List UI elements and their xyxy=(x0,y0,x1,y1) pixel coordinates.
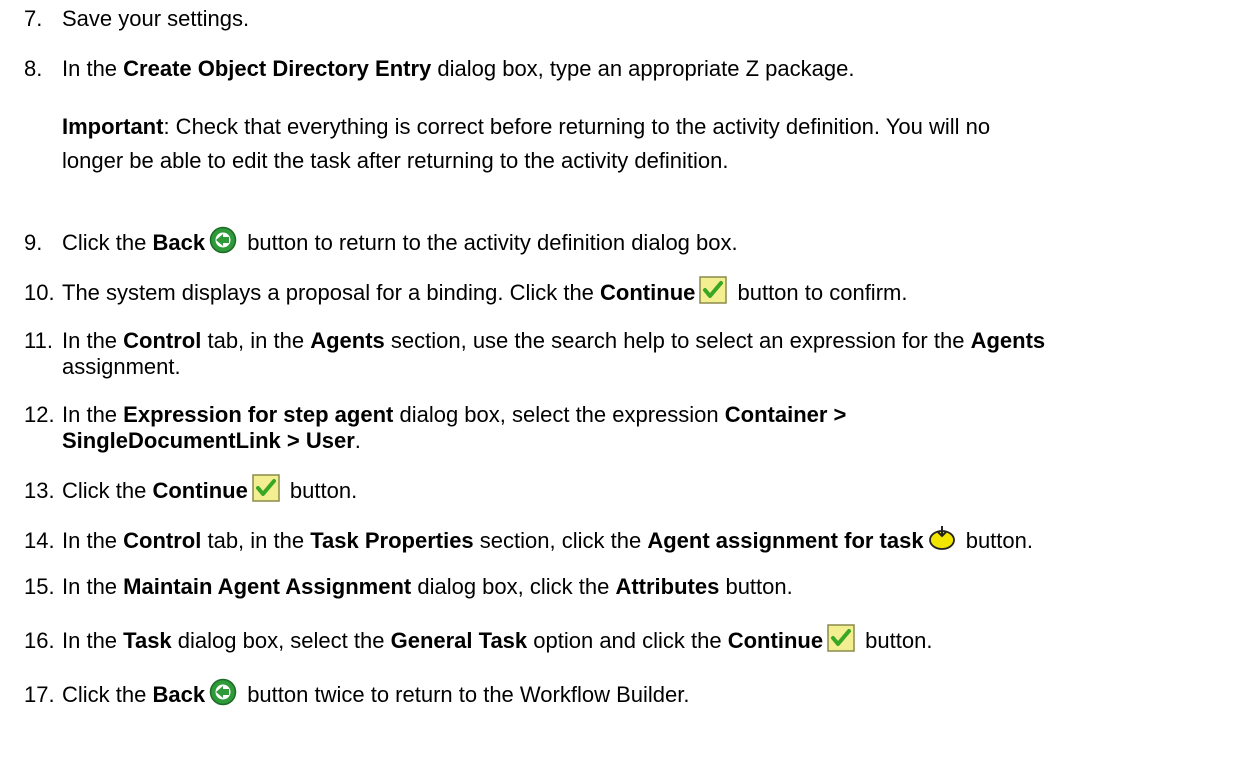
tab-name: Control xyxy=(123,528,202,553)
tab-name: Control xyxy=(123,328,202,353)
button-name: Continue xyxy=(152,478,248,503)
step-text: dialog box, click the xyxy=(411,574,616,599)
step-text: Save your settings. xyxy=(62,6,250,31)
step-16: 16. In the Task dialog box, select the Ge… xyxy=(24,624,1260,654)
step-number: 15. xyxy=(24,574,55,599)
note-text-line2: longer be able to edit the task after re… xyxy=(62,148,729,173)
step-text: Click the xyxy=(62,478,153,503)
step-number: 17. xyxy=(24,682,55,707)
option-name: General Task xyxy=(390,628,528,653)
step-text: In the xyxy=(62,56,124,81)
button-name: Agent assignment for task xyxy=(647,528,924,553)
step-9: 9. Click the Back button to return to the… xyxy=(24,226,1260,256)
step-11: 11. In the Control tab, in the Agents sec… xyxy=(24,328,1260,380)
step-13: 13. Click the Continue button. xyxy=(24,474,1260,504)
step-text: Click the xyxy=(62,682,153,707)
step-text: dialog box, type an appropriate Z packag… xyxy=(431,56,855,81)
step-8: 8. In the Create Object Directory Entry d… xyxy=(24,56,1260,82)
step-text: In the xyxy=(62,628,124,653)
step-text: button. xyxy=(283,478,358,503)
step-text: button to confirm. xyxy=(731,280,908,305)
step-text: Click the xyxy=(62,230,153,255)
document-page: 7. Save your settings. 8. In the Create Ob… xyxy=(0,0,1260,764)
step-text: tab, in the xyxy=(201,328,311,353)
step-number: 11. xyxy=(24,328,53,353)
step-text: button. xyxy=(719,574,793,599)
step-number: 8. xyxy=(24,56,43,81)
step-text: section, click the xyxy=(473,528,648,553)
step-text: In the xyxy=(62,402,124,427)
step-text: . xyxy=(354,428,361,453)
dialog-name: Maintain Agent Assignment xyxy=(123,574,412,599)
step-number: 13. xyxy=(24,478,55,503)
step-text: The system displays a proposal for a bin… xyxy=(62,280,601,305)
step-text-line2: SingleDocumentLink > User. xyxy=(24,428,1260,454)
step-text: dialog box, select the xyxy=(171,628,391,653)
button-name: Attributes xyxy=(615,574,720,599)
expression-name-cont: SingleDocumentLink > User xyxy=(62,428,355,453)
checkmark-icon xyxy=(699,276,728,304)
note-label: Important xyxy=(62,114,164,139)
field-name: Agents xyxy=(970,328,1046,353)
step-number: 12. xyxy=(24,402,55,427)
back-arrow-icon xyxy=(209,226,237,254)
step-text: option and click the xyxy=(527,628,728,653)
button-name: Continue xyxy=(727,628,824,653)
checkmark-icon xyxy=(252,474,280,502)
step-number: 10. xyxy=(24,280,55,305)
dialog-name: Expression for step agent xyxy=(123,402,394,427)
dialog-name: Task xyxy=(123,628,172,653)
step-text: In the xyxy=(62,574,124,599)
button-name: Continue xyxy=(600,280,696,305)
step-number: 14. xyxy=(24,528,55,553)
step-text: button. xyxy=(959,528,1033,553)
back-arrow-icon xyxy=(209,678,237,706)
step-text-line2: assignment. xyxy=(62,354,181,379)
step-14: 14. In the Control tab, in the Task Prope… xyxy=(24,524,1260,554)
checkmark-icon xyxy=(827,624,855,652)
step-7: 7. Save your settings. xyxy=(24,6,1260,32)
dialog-name: Create Object Directory Entry xyxy=(123,56,432,81)
step-text: In the xyxy=(62,328,124,353)
step-number: 7. xyxy=(24,6,43,31)
step-number: 9. xyxy=(24,230,43,255)
step-10: 10. The system displays a proposal for a … xyxy=(24,276,1260,306)
button-name: Back xyxy=(152,230,206,255)
step-text: tab, in the xyxy=(201,528,311,553)
step-text: button. xyxy=(859,628,933,653)
important-note: Important: Check that everything is corr… xyxy=(62,110,1242,178)
step-number: 16. xyxy=(24,628,55,653)
button-name: Back xyxy=(152,682,206,707)
step-text: dialog box, select the expression xyxy=(393,402,725,427)
agent-assignment-icon xyxy=(928,524,956,552)
note-text: : Check that everything is correct befor… xyxy=(163,114,991,139)
step-12: 12. In the Expression for step agent dial… xyxy=(24,402,1260,454)
step-text: button twice to return to the Workflow B… xyxy=(241,682,690,707)
step-text: button to return to the activity definit… xyxy=(241,230,738,255)
step-text: In the xyxy=(62,528,124,553)
section-name: Task Properties xyxy=(310,528,474,553)
section-name: Agents xyxy=(310,328,385,353)
step-15: 15. In the Maintain Agent Assignment dial… xyxy=(24,574,1260,600)
expression-name: Container > xyxy=(724,402,847,427)
step-text: section, use the search help to select a… xyxy=(384,328,971,353)
step-17: 17. Click the Back button twice to return… xyxy=(24,678,1260,708)
